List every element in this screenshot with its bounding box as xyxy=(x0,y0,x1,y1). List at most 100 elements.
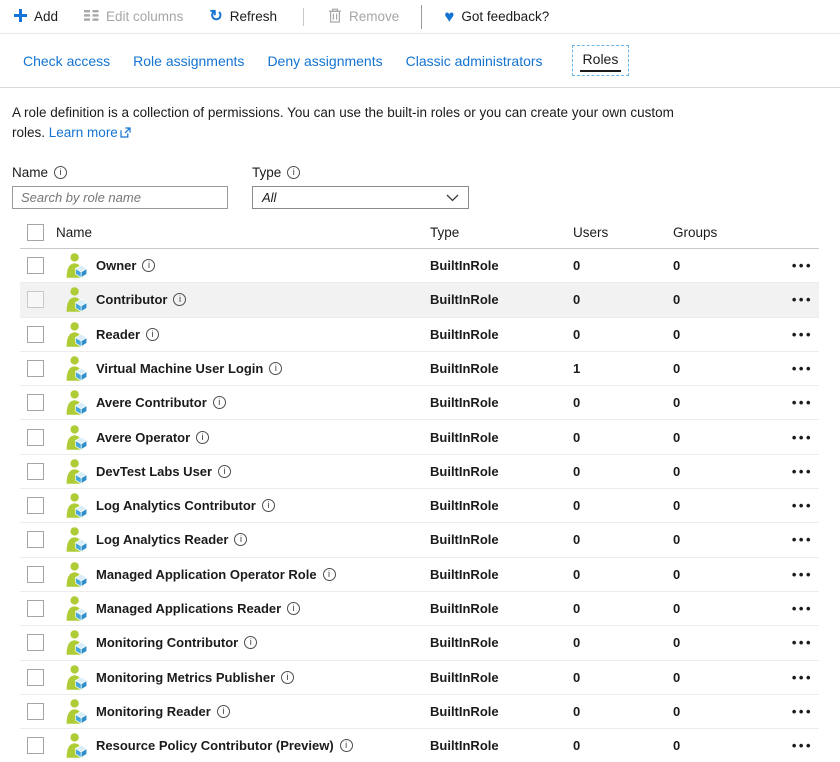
row-checkbox[interactable] xyxy=(27,429,44,446)
table-row[interactable]: Managed Application Operator Role BuiltI… xyxy=(20,558,819,592)
info-icon[interactable] xyxy=(218,465,231,478)
row-checkbox[interactable] xyxy=(27,737,44,754)
table-row[interactable]: Contributor BuiltInRole 0 0 xyxy=(20,283,819,317)
row-checkbox[interactable] xyxy=(27,360,44,377)
row-context-menu-button[interactable] xyxy=(792,567,819,582)
role-icon xyxy=(66,665,96,690)
row-context-menu-button[interactable] xyxy=(792,430,819,445)
row-context-menu-button[interactable] xyxy=(792,292,819,307)
name-filter: Name xyxy=(12,165,228,209)
info-icon[interactable] xyxy=(262,499,275,512)
role-type: BuiltInRole xyxy=(430,430,573,445)
role-icon xyxy=(66,287,96,312)
edit-columns-button[interactable]: Edit columns xyxy=(84,9,183,24)
info-icon[interactable] xyxy=(323,568,336,581)
role-name-search-input[interactable] xyxy=(12,186,228,209)
row-context-menu-button[interactable] xyxy=(792,532,819,547)
info-icon[interactable] xyxy=(287,602,300,615)
row-checkbox[interactable] xyxy=(27,326,44,343)
row-checkbox[interactable] xyxy=(27,531,44,548)
role-groups-count: 0 xyxy=(673,464,785,479)
table-row[interactable]: Reader BuiltInRole 0 0 xyxy=(20,318,819,352)
row-context-menu-button[interactable] xyxy=(792,635,819,650)
row-context-menu-button[interactable] xyxy=(792,704,819,719)
external-link-icon xyxy=(120,126,131,141)
role-users-count: 0 xyxy=(573,498,673,513)
info-icon[interactable] xyxy=(244,636,257,649)
info-icon[interactable] xyxy=(142,259,155,272)
remove-button[interactable]: Remove xyxy=(328,8,399,26)
tab-deny-assignments[interactable]: Deny assignments xyxy=(265,47,384,75)
role-users-count: 0 xyxy=(573,395,673,410)
row-context-menu-button[interactable] xyxy=(792,670,819,685)
type-filter-label: Type xyxy=(252,165,281,180)
info-icon[interactable] xyxy=(146,328,159,341)
table-row[interactable]: Monitoring Metrics Publisher BuiltInRole… xyxy=(20,661,819,695)
row-checkbox[interactable] xyxy=(27,497,44,514)
table-row[interactable]: DevTest Labs User BuiltInRole 0 0 xyxy=(20,455,819,489)
role-type: BuiltInRole xyxy=(430,567,573,582)
row-checkbox[interactable] xyxy=(27,291,44,308)
row-checkbox[interactable] xyxy=(27,566,44,583)
info-icon[interactable] xyxy=(173,293,186,306)
refresh-button[interactable]: ↻ Refresh xyxy=(209,9,277,25)
info-icon[interactable] xyxy=(281,671,294,684)
row-context-menu-button[interactable] xyxy=(792,738,819,753)
table-row[interactable]: Resource Policy Contributor (Preview) Bu… xyxy=(20,729,819,762)
role-name: Managed Applications Reader xyxy=(96,601,281,616)
info-icon[interactable] xyxy=(269,362,282,375)
table-row[interactable]: Avere Contributor BuiltInRole 0 0 xyxy=(20,386,819,420)
info-icon[interactable] xyxy=(340,739,353,752)
role-users-count: 0 xyxy=(573,292,673,307)
info-icon[interactable] xyxy=(213,396,226,409)
info-icon[interactable] xyxy=(217,705,230,718)
role-name: Contributor xyxy=(96,292,167,307)
role-users-count: 0 xyxy=(573,430,673,445)
role-users-count: 0 xyxy=(573,327,673,342)
info-icon[interactable] xyxy=(196,431,209,444)
role-icon xyxy=(66,425,96,450)
row-checkbox[interactable] xyxy=(27,463,44,480)
role-groups-count: 0 xyxy=(673,670,785,685)
role-type: BuiltInRole xyxy=(430,635,573,650)
tab-classic-administrators[interactable]: Classic administrators xyxy=(404,47,545,75)
row-context-menu-button[interactable] xyxy=(792,498,819,513)
role-icon xyxy=(66,322,96,347)
row-context-menu-button[interactable] xyxy=(792,395,819,410)
info-icon[interactable] xyxy=(54,166,67,179)
row-context-menu-button[interactable] xyxy=(792,601,819,616)
table-row[interactable]: Monitoring Reader BuiltInRole 0 0 xyxy=(20,695,819,729)
table-row[interactable]: Managed Applications Reader BuiltInRole … xyxy=(20,592,819,626)
table-row[interactable]: Log Analytics Contributor BuiltInRole 0 … xyxy=(20,489,819,523)
row-context-menu-button[interactable] xyxy=(792,464,819,479)
table-row[interactable]: Virtual Machine User Login BuiltInRole 1… xyxy=(20,352,819,386)
add-button[interactable]: Add xyxy=(14,9,58,25)
row-checkbox[interactable] xyxy=(27,634,44,651)
learn-more-link[interactable]: Learn more xyxy=(49,125,118,140)
info-icon[interactable] xyxy=(287,166,300,179)
row-checkbox[interactable] xyxy=(27,600,44,617)
role-icon xyxy=(66,562,96,587)
table-row[interactable]: Log Analytics Reader BuiltInRole 0 0 xyxy=(20,523,819,557)
row-context-menu-button[interactable] xyxy=(792,258,819,273)
tab-roles[interactable]: Roles xyxy=(572,45,630,76)
table-row[interactable]: Monitoring Contributor BuiltInRole 0 0 xyxy=(20,626,819,660)
row-checkbox[interactable] xyxy=(27,703,44,720)
info-icon[interactable] xyxy=(234,533,247,546)
row-checkbox[interactable] xyxy=(27,257,44,274)
tab-role-assignments[interactable]: Role assignments xyxy=(131,47,246,75)
select-all-checkbox[interactable] xyxy=(27,224,44,241)
row-context-menu-button[interactable] xyxy=(792,361,819,376)
role-users-count: 0 xyxy=(573,258,673,273)
role-icon xyxy=(66,527,96,552)
type-dropdown[interactable]: All xyxy=(252,186,469,209)
column-header-users: Users xyxy=(573,225,673,240)
row-context-menu-button[interactable] xyxy=(792,327,819,342)
role-icon xyxy=(66,596,96,621)
table-row[interactable]: Avere Operator BuiltInRole 0 0 xyxy=(20,420,819,454)
feedback-button[interactable]: ♥ Got feedback? xyxy=(444,8,549,25)
row-checkbox[interactable] xyxy=(27,394,44,411)
tab-check-access[interactable]: Check access xyxy=(21,47,112,75)
table-row[interactable]: Owner BuiltInRole 0 0 xyxy=(20,249,819,283)
row-checkbox[interactable] xyxy=(27,669,44,686)
